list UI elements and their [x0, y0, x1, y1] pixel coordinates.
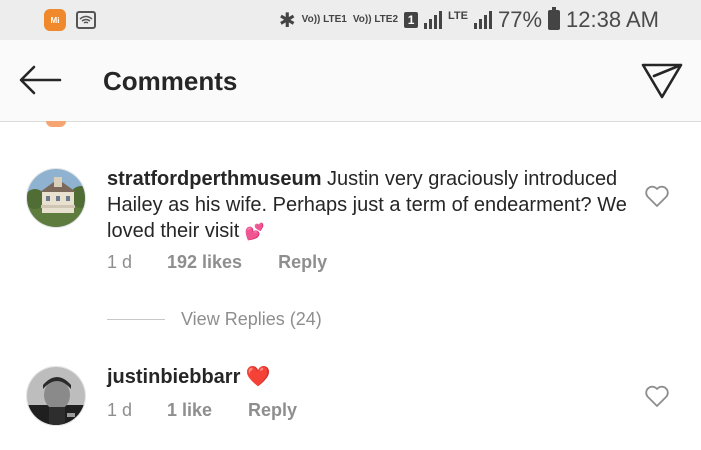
heart-icon[interactable] [644, 184, 670, 208]
signal-icon [424, 11, 443, 29]
battery-percent: 77% [498, 7, 543, 32]
heart-icon[interactable] [644, 384, 670, 408]
comment-body: stratfordperthmuseum Justin very graciou… [107, 166, 627, 246]
volte-indicator: Vo)) LTE1 [301, 14, 347, 25]
red-heart-emoji: ❤️ [245, 366, 271, 388]
comment-time: 1 d [107, 400, 133, 420]
reply-button[interactable]: Reply [248, 400, 297, 421]
comment-body: justinbiebbarr ❤️ [107, 364, 627, 390]
bluetooth-icon: ✱ [278, 9, 296, 32]
paper-plane-icon[interactable] [640, 62, 684, 100]
view-replies-label: View Replies (24) [181, 308, 322, 329]
comment-meta: 1 d 192 likes Reply [107, 252, 327, 273]
network-type-label: LTE [448, 10, 468, 22]
status-bar: Mi ✱ Vo)) LTE1 Vo)) LTE2 1 LTE 77% 12:38… [0, 0, 701, 40]
avatar[interactable] [26, 168, 86, 228]
clock: 12:38 AM [566, 7, 659, 32]
avatar[interactable] [26, 366, 86, 426]
two-hearts-emoji: 💕 [244, 224, 265, 241]
wifi-icon [76, 11, 96, 29]
previous-avatar-edge [46, 121, 66, 127]
comment-likes[interactable]: 192 likes [167, 252, 242, 273]
comment-time: 1 d [107, 252, 133, 272]
arrow-left-icon[interactable] [18, 64, 62, 96]
mi-app-icon: Mi [44, 9, 66, 31]
comment-username[interactable]: justinbiebbarr [107, 366, 240, 388]
view-replies-divider [107, 318, 165, 320]
view-replies-button[interactable]: View Replies (24) [107, 308, 322, 330]
signal-icon-2 [474, 11, 492, 29]
sim-badge: 1 [404, 12, 419, 28]
comment-likes[interactable]: 1 like [167, 400, 212, 421]
reply-button[interactable]: Reply [278, 252, 327, 273]
comment-meta: 1 d 1 like Reply [107, 400, 297, 421]
page-title: Comments [103, 66, 238, 96]
comment-username[interactable]: stratfordperthmuseum [107, 168, 321, 190]
comments-header: Comments [0, 40, 701, 122]
battery-icon [548, 7, 561, 30]
volte-indicator-2: Vo)) LTE2 [352, 14, 399, 25]
